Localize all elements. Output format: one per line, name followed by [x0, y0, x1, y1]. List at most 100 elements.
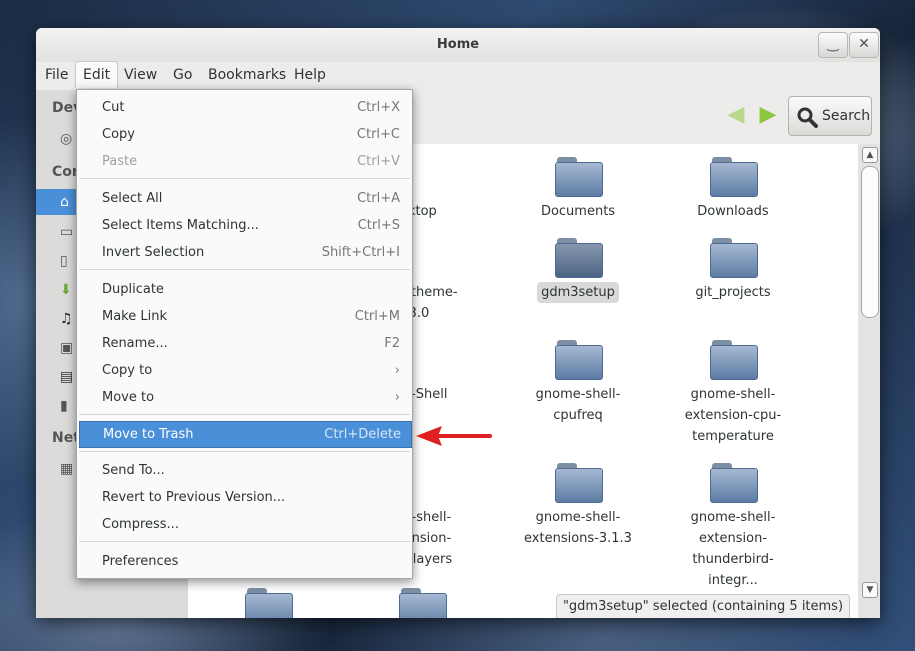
file-item-downloads[interactable]: Downloads: [668, 157, 798, 222]
titlebar[interactable]: Home ‿ ✕: [36, 28, 880, 62]
folder-icon: [710, 238, 758, 278]
menu-item-compress[interactable]: Compress...: [79, 512, 410, 538]
menu-item-label: Send To...: [102, 463, 165, 478]
menu-file[interactable]: File: [38, 62, 75, 88]
arrow-left-icon[interactable]: ◀: [722, 104, 750, 126]
picture-icon: ▣: [60, 340, 74, 356]
menu-item-label: Move to: [102, 390, 155, 405]
folder-icon: [710, 340, 758, 380]
disc-icon: ◎: [60, 131, 73, 147]
menu-item-move-to-trash[interactable]: Move to Trash Ctrl+Delete: [79, 421, 412, 448]
menu-item-label: Move to Trash: [103, 427, 194, 442]
folder-icon: [555, 340, 603, 380]
file-name: git_projects: [695, 285, 771, 300]
folder-icon: [710, 157, 758, 197]
menu-view[interactable]: View: [117, 62, 164, 88]
folder-icon: [399, 588, 447, 618]
menu-go[interactable]: Go: [166, 62, 199, 88]
scroll-down-button[interactable]: ▼: [862, 582, 878, 598]
file-item-documents[interactable]: Documents: [513, 157, 643, 222]
file-item-gnome-shell-cpufreq[interactable]: gnome-shell- cpufreq: [513, 340, 643, 426]
search-button[interactable]: Search: [788, 96, 872, 136]
music-icon: ♫: [60, 311, 73, 327]
menu-item-select-all[interactable]: Select All Ctrl+A: [79, 186, 410, 212]
menu-item-accel: F2: [384, 336, 400, 351]
file-name: gnome-shell- extension- thunderbird-inte…: [690, 510, 776, 588]
menu-item-select-items-matching[interactable]: Select Items Matching... Ctrl+S: [79, 213, 410, 239]
menu-separator: [79, 541, 410, 542]
menu-item-move-to[interactable]: Move to ›: [79, 385, 410, 411]
menu-item-duplicate[interactable]: Duplicate: [79, 277, 410, 303]
edit-menu: Cut Ctrl+X Copy Ctrl+C Paste Ctrl+V Select …: [76, 89, 413, 579]
menu-item-label: Copy: [102, 127, 135, 142]
search-button-label: Search: [822, 108, 871, 124]
file-item-partial[interactable]: [218, 588, 318, 618]
close-button[interactable]: ✕: [849, 32, 879, 58]
menu-item-label: Cut: [102, 100, 125, 115]
search-icon: [797, 107, 818, 128]
menu-item-label: Copy to: [102, 363, 153, 378]
menu-item-invert-selection[interactable]: Invert Selection Shift+Ctrl+I: [79, 240, 410, 266]
menu-separator: [79, 451, 410, 452]
scroll-thumb[interactable]: [861, 166, 879, 318]
menu-item-rename[interactable]: Rename... F2: [79, 331, 410, 357]
video-icon: ▤: [60, 369, 74, 385]
menu-separator: [79, 178, 410, 179]
menu-item-accel: Ctrl+V: [357, 154, 400, 169]
file-name: gnome-shell- extension-cpu- temperature: [684, 387, 782, 444]
menu-item-accel: Ctrl+S: [357, 218, 400, 233]
menu-edit[interactable]: Edit: [75, 61, 119, 88]
menu-help[interactable]: Help: [287, 62, 333, 88]
menu-item-label: Preferences: [102, 554, 179, 569]
file-name: Documents: [540, 204, 616, 219]
scroll-up-button[interactable]: ▲: [862, 147, 878, 163]
folder-icon: [555, 463, 603, 503]
menu-item-accel: Shift+Ctrl+I: [321, 245, 400, 260]
folder-icon: [710, 463, 758, 503]
file-item-gnome-shell-extensions-3-1-3[interactable]: gnome-shell- extensions-3.1.3: [513, 463, 643, 549]
menu-item-label: Rename...: [102, 336, 168, 351]
menu-separator: [79, 269, 410, 270]
file-item-gnome-shell-extension-thunderbird[interactable]: gnome-shell- extension- thunderbird-inte…: [668, 463, 798, 591]
menu-item-label: Paste: [102, 154, 138, 169]
menu-item-paste: Paste Ctrl+V: [79, 149, 410, 175]
file-item-gdm3setup[interactable]: gdm3setup: [513, 238, 643, 303]
vertical-scrollbar[interactable]: ▲ ▼: [858, 144, 880, 618]
file-name: Downloads: [697, 204, 769, 219]
chevron-right-icon: ›: [394, 390, 400, 405]
menu-item-copy-to[interactable]: Copy to ›: [79, 358, 410, 384]
file-item-git-projects[interactable]: git_projects: [668, 238, 798, 303]
menu-item-accel: Ctrl+A: [357, 191, 400, 206]
arrow-right-icon[interactable]: ▶: [754, 104, 782, 126]
menu-item-label: Invert Selection: [102, 245, 205, 260]
menu-item-accel: Ctrl+X: [357, 100, 400, 115]
file-item-gnome-shell-extension-cpu-temperature[interactable]: gnome-shell- extension-cpu- temperature: [668, 340, 798, 447]
document-icon: ▯: [60, 253, 68, 269]
annotation-arrow-icon: [416, 426, 492, 446]
menu-item-make-link[interactable]: Make Link Ctrl+M: [79, 304, 410, 330]
folder-icon: [555, 238, 603, 278]
menu-item-cut[interactable]: Cut Ctrl+X: [79, 95, 410, 121]
file-name: gnome-shell- extensions-3.1.3: [524, 510, 632, 546]
menu-item-accel: Ctrl+C: [356, 127, 400, 142]
sidebar-heading-computer: Cor: [52, 164, 79, 180]
menu-bookmarks[interactable]: Bookmarks: [201, 62, 293, 88]
menu-item-preferences[interactable]: Preferences: [79, 549, 410, 575]
menubar: File Edit View Go Bookmarks Help: [36, 61, 880, 88]
download-icon: ⬇: [60, 282, 72, 298]
menu-item-copy[interactable]: Copy Ctrl+C: [79, 122, 410, 148]
menu-item-label: Duplicate: [102, 282, 164, 297]
menu-item-revert[interactable]: Revert to Previous Version...: [79, 485, 410, 511]
menu-item-send-to[interactable]: Send To...: [79, 458, 410, 484]
file-item-partial[interactable]: [372, 588, 472, 618]
status-bar: "gdm3setup" selected (containing 5 items…: [556, 594, 850, 618]
menu-item-accel: Ctrl+Delete: [324, 427, 401, 442]
menu-item-label: Select Items Matching...: [102, 218, 259, 233]
window-title: Home: [436, 37, 480, 52]
minimize-button[interactable]: ‿: [818, 32, 848, 58]
file-name: gnome-shell- cpufreq: [535, 387, 621, 423]
menu-separator: [79, 414, 410, 415]
menu-item-label: Revert to Previous Version...: [102, 490, 286, 505]
folder-icon: [245, 588, 293, 618]
file-name: gdm3setup: [537, 282, 619, 303]
